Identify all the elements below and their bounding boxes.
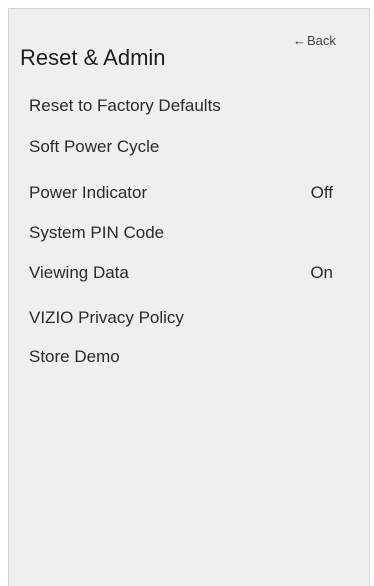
menu-item-label: Soft Power Cycle — [29, 137, 160, 156]
menu-item-label: Power Indicator — [29, 183, 148, 202]
menu-item-label: VIZIO Privacy Policy — [29, 308, 184, 327]
settings-menu: Reset to Factory Defaults Soft Power Cyc… — [9, 9, 369, 586]
menu-item-label: Store Demo — [29, 347, 120, 366]
menu-item-label: Reset to Factory Defaults — [29, 96, 221, 115]
menu-item-store-demo[interactable]: Store Demo — [29, 344, 333, 370]
reset-admin-panel: ← Back Reset & Admin Reset to Factory De… — [8, 8, 370, 586]
menu-item-vizio-privacy-policy[interactable]: VIZIO Privacy Policy — [29, 305, 333, 331]
menu-item-system-pin-code[interactable]: System PIN Code — [29, 220, 333, 246]
menu-item-power-indicator[interactable]: Power Indicator Off — [29, 180, 333, 206]
power-indicator-value: Off — [310, 183, 333, 202]
menu-item-label: Viewing Data — [29, 263, 129, 282]
menu-item-reset-factory-defaults[interactable]: Reset to Factory Defaults — [29, 93, 333, 119]
menu-item-soft-power-cycle[interactable]: Soft Power Cycle — [29, 134, 333, 160]
menu-item-viewing-data[interactable]: Viewing Data On — [29, 260, 333, 286]
viewing-data-value: On — [310, 263, 333, 282]
menu-item-label: System PIN Code — [29, 223, 165, 242]
